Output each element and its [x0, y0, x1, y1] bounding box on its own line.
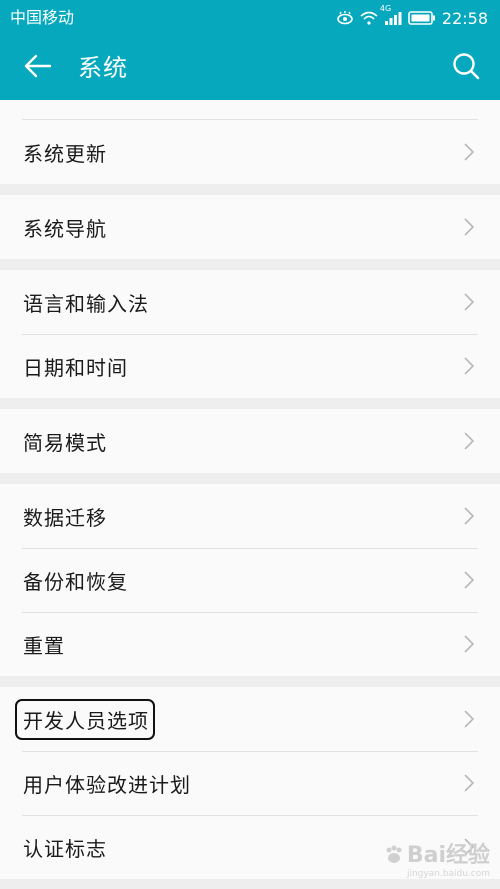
- setting-simple-mode[interactable]: 简易模式: [0, 409, 500, 473]
- chevron-right-icon: [464, 218, 474, 236]
- group-divider: [0, 676, 500, 687]
- back-button[interactable]: [14, 48, 62, 88]
- group-divider: [0, 259, 500, 270]
- list-top-partial: [0, 100, 500, 120]
- settings-group: 语言和输入法 日期和时间: [0, 270, 500, 398]
- chevron-right-icon: [464, 432, 474, 450]
- setting-data-migration[interactable]: 数据迁移: [0, 484, 500, 548]
- watermark-url: jingyan.baidu.com: [406, 869, 490, 879]
- status-bar: 中国移动 4G 22:58: [0, 0, 500, 36]
- setting-label: 数据迁移: [23, 505, 107, 530]
- setting-label: 语言和输入法: [23, 291, 149, 316]
- setting-label: 系统更新: [23, 141, 107, 166]
- setting-label: 开发人员选项: [23, 708, 149, 733]
- setting-label: 认证标志: [23, 836, 107, 861]
- setting-reset[interactable]: 重置: [0, 612, 500, 676]
- setting-label: 日期和时间: [23, 355, 128, 380]
- chevron-right-icon: [464, 635, 474, 653]
- page-title: 系统: [78, 54, 128, 82]
- setting-language-input[interactable]: 语言和输入法: [0, 270, 500, 334]
- chevron-right-icon: [464, 571, 474, 589]
- status-icons: 4G 22:58: [336, 5, 488, 28]
- clock: 22:58: [441, 8, 488, 28]
- group-divider: [0, 184, 500, 195]
- settings-group: 系统更新: [0, 120, 500, 184]
- chevron-right-icon: [464, 507, 474, 525]
- setting-backup-restore[interactable]: 备份和恢复: [0, 548, 500, 612]
- setting-label: 简易模式: [23, 430, 107, 455]
- network-type-label: 4G: [379, 4, 392, 13]
- setting-label: 重置: [23, 633, 65, 658]
- settings-group: 系统导航: [0, 195, 500, 259]
- signal-icon: 4G: [380, 5, 402, 25]
- carrier-label: 中国移动: [10, 8, 75, 27]
- chevron-right-icon: [464, 357, 474, 375]
- watermark-text-block: Bai经验 jingyan.baidu.com: [407, 837, 490, 879]
- chevron-right-icon: [464, 710, 474, 728]
- battery-icon: [408, 11, 436, 25]
- setting-label: 用户体验改进计划: [23, 772, 191, 797]
- group-divider: [0, 473, 500, 484]
- paw-icon: [383, 844, 405, 872]
- chevron-right-icon: [464, 293, 474, 311]
- highlighted-label-wrap: 开发人员选项: [15, 698, 155, 740]
- watermark-text: Bai经验: [406, 843, 490, 868]
- search-icon: [452, 52, 480, 84]
- settings-group: 数据迁移 备份和恢复 重置: [0, 484, 500, 676]
- setting-label: 系统导航: [23, 216, 107, 241]
- settings-group: 简易模式: [0, 409, 500, 473]
- setting-ux-improvement[interactable]: 用户体验改进计划: [0, 751, 500, 815]
- settings-list: 系统更新 系统导航 语言和输入法 日期和时间 简易模式 数据迁移 备份和恢复 重…: [0, 100, 500, 879]
- chevron-right-icon: [464, 774, 474, 792]
- setting-system-update[interactable]: 系统更新: [0, 120, 500, 184]
- wifi-icon: [360, 11, 378, 25]
- eye-comfort-icon: [336, 11, 354, 25]
- setting-developer-options[interactable]: 开发人员选项: [0, 687, 500, 751]
- chevron-right-icon: [464, 143, 474, 161]
- baidu-watermark: Bai经验 jingyan.baidu.com: [383, 837, 490, 879]
- search-button[interactable]: [446, 48, 486, 88]
- setting-date-time[interactable]: 日期和时间: [0, 334, 500, 398]
- app-bar: 系统: [0, 36, 500, 100]
- setting-label: 备份和恢复: [23, 569, 128, 594]
- setting-system-navigation[interactable]: 系统导航: [0, 195, 500, 259]
- group-divider: [0, 398, 500, 409]
- arrow-left-icon: [24, 54, 52, 82]
